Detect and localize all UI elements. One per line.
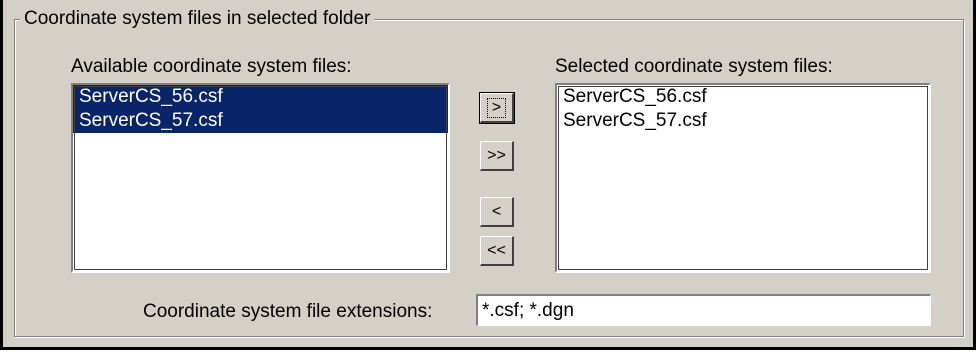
remove-selected-button[interactable]: < xyxy=(480,197,514,227)
add-all-button[interactable]: >> xyxy=(480,141,514,171)
list-item[interactable]: ServerCS_57.csf xyxy=(73,109,448,133)
groupbox-title: Coordinate system files in selected fold… xyxy=(20,8,375,30)
extensions-label: Coordinate system file extensions: xyxy=(143,301,433,322)
available-files-label: Available coordinate system files: xyxy=(71,56,352,77)
list-item[interactable]: ServerCS_57.csf xyxy=(557,109,929,133)
remove-all-button[interactable]: << xyxy=(480,236,514,266)
selected-files-listbox[interactable]: ServerCS_56.csf ServerCS_57.csf xyxy=(555,83,931,273)
list-item[interactable]: ServerCS_56.csf xyxy=(73,85,448,109)
add-selected-button[interactable]: > xyxy=(479,92,515,124)
list-item[interactable]: ServerCS_56.csf xyxy=(557,85,929,109)
extensions-input[interactable] xyxy=(476,294,931,326)
selected-files-label: Selected coordinate system files: xyxy=(555,56,833,77)
available-files-listbox[interactable]: ServerCS_56.csf ServerCS_57.csf xyxy=(71,83,450,273)
dialog-panel: Coordinate system files in selected fold… xyxy=(0,0,976,350)
